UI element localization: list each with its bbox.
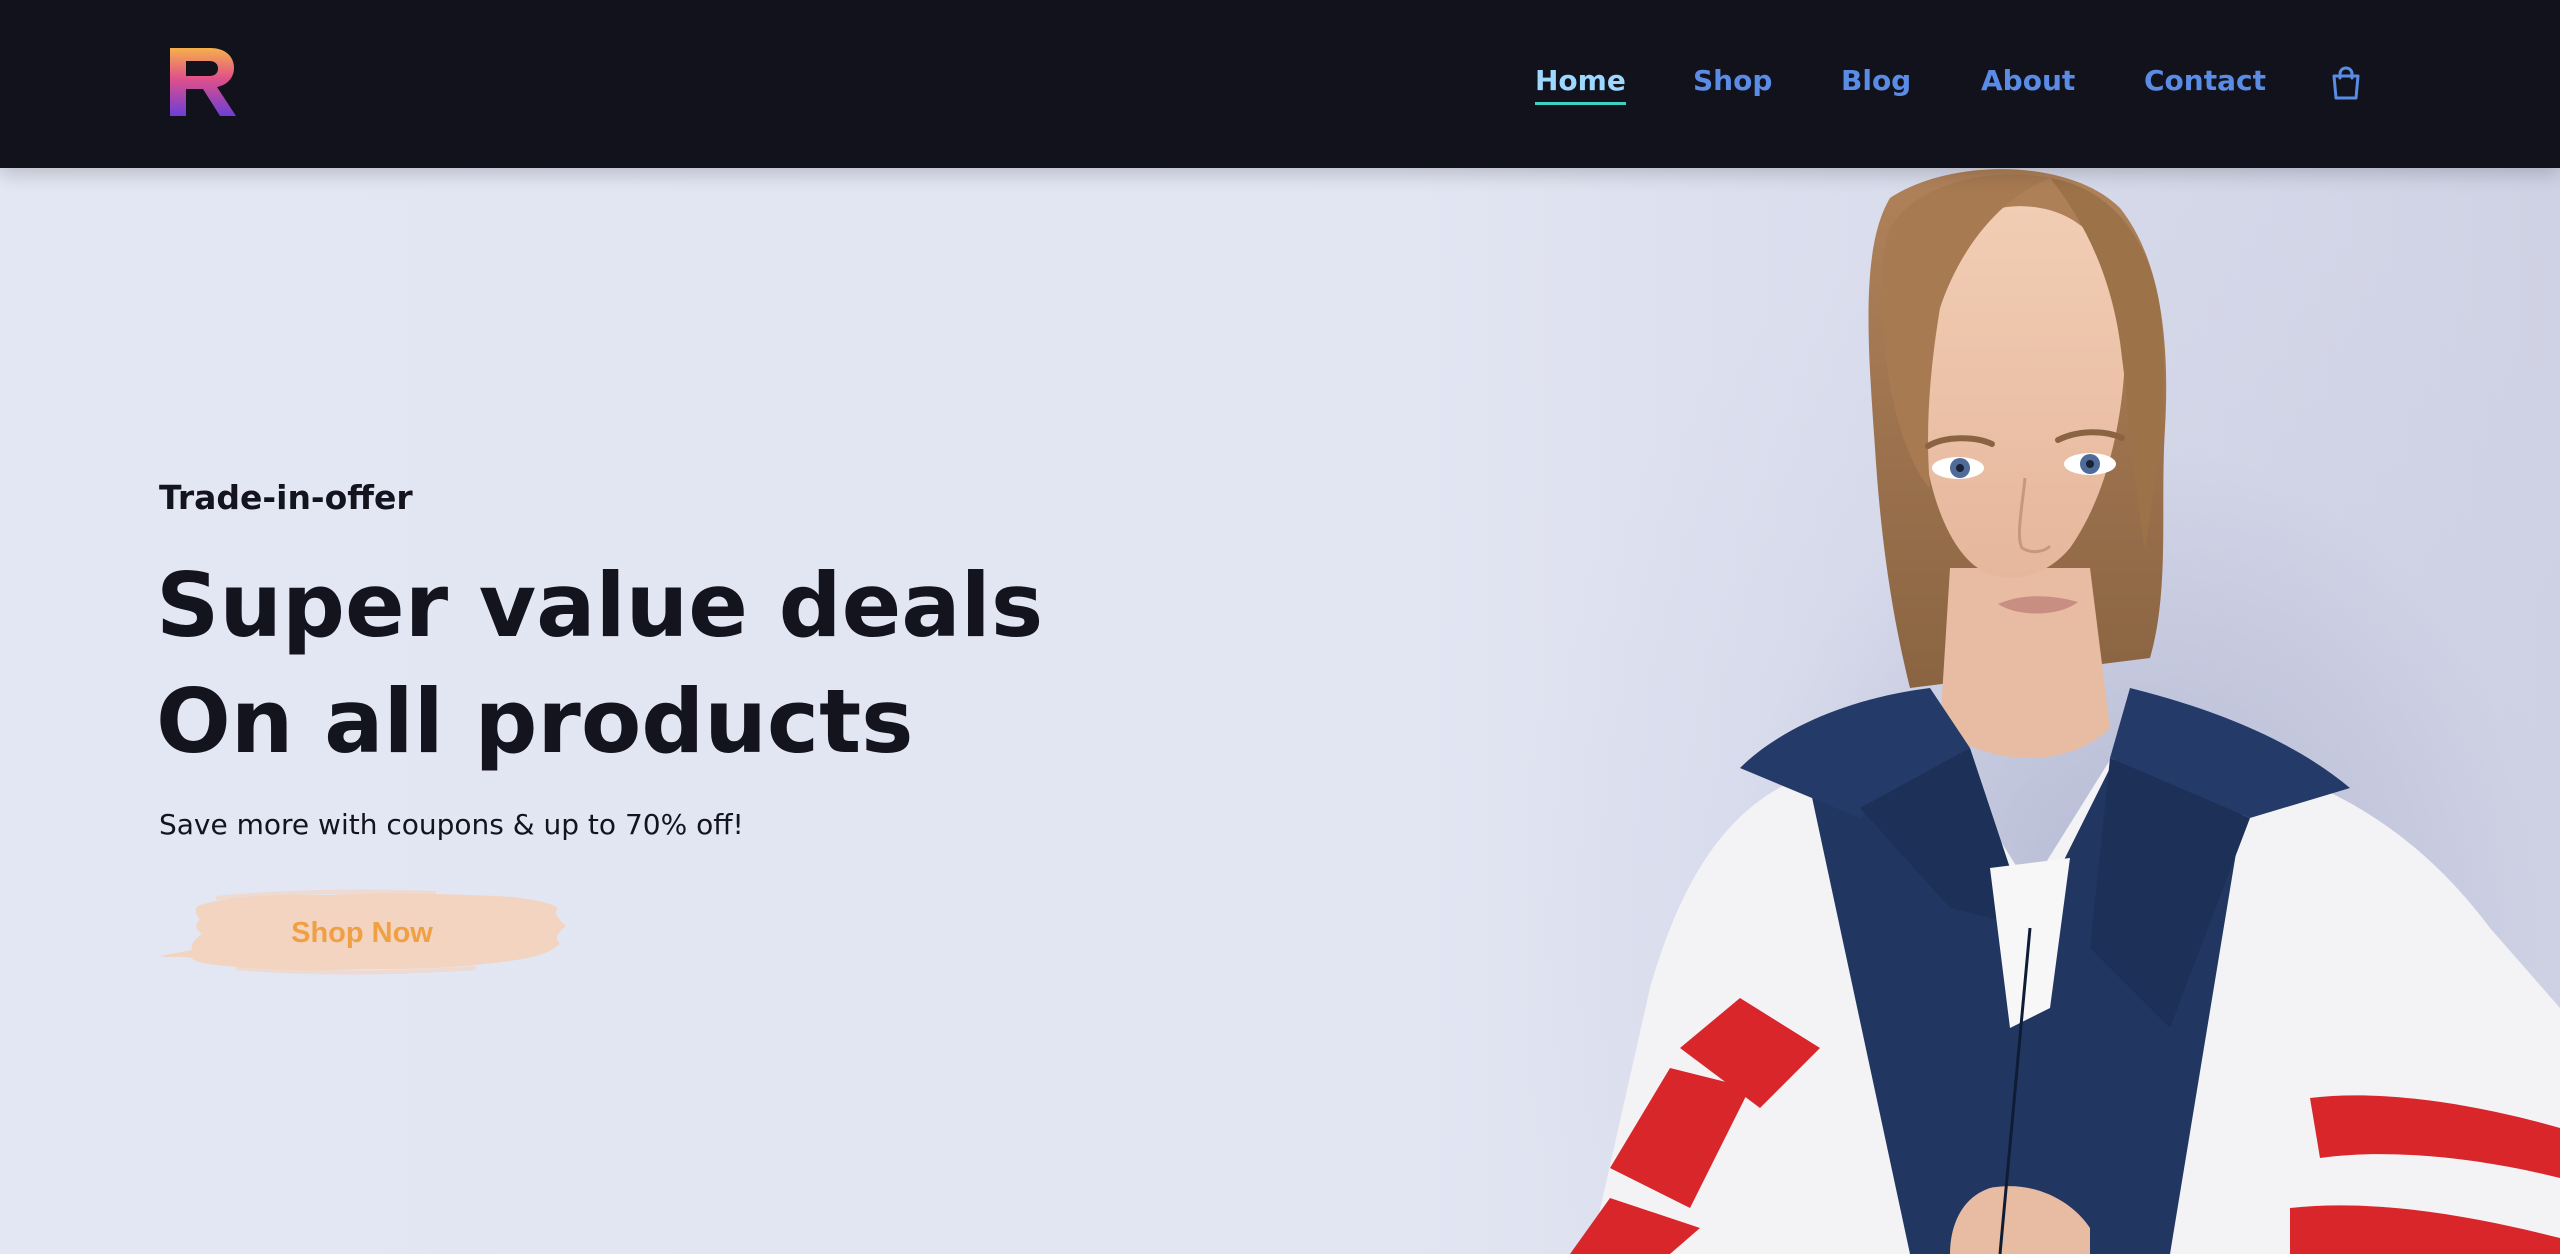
nav-contact-label: Contact xyxy=(2144,64,2266,97)
nav-shop[interactable]: Shop xyxy=(1693,62,1772,100)
hero-subtext: Save more with coupons & up to 70% off! xyxy=(159,808,744,841)
shop-now-button[interactable]: Shop Now xyxy=(156,884,594,982)
hero-section: Trade-in-offer Super value deals On all … xyxy=(0,168,2560,1254)
nav-about[interactable]: About xyxy=(1981,62,2075,100)
nav-shop-label: Shop xyxy=(1693,64,1773,97)
hero-model-image xyxy=(1530,168,2560,1254)
shop-now-label: Shop Now xyxy=(291,916,433,949)
site-header: Home Shop Blog About Contact xyxy=(0,0,2560,168)
active-underline xyxy=(1535,102,1626,105)
nav-blog-label: Blog xyxy=(1841,64,1912,97)
shopping-bag-icon[interactable] xyxy=(2330,66,2362,100)
nav-home-label: Home xyxy=(1535,64,1626,97)
nav-blog[interactable]: Blog xyxy=(1841,62,1911,100)
hero-headline: Super value deals On all products xyxy=(156,548,1043,780)
r-logo-icon[interactable] xyxy=(166,44,238,118)
nav-contact[interactable]: Contact xyxy=(2144,62,2266,100)
hero-headline-line2: On all products xyxy=(156,670,914,773)
hero-kicker: Trade-in-offer xyxy=(159,478,413,517)
nav-about-label: About xyxy=(1981,64,2076,97)
nav-home[interactable]: Home xyxy=(1535,62,1626,105)
hero-headline-line1: Super value deals xyxy=(156,554,1044,657)
